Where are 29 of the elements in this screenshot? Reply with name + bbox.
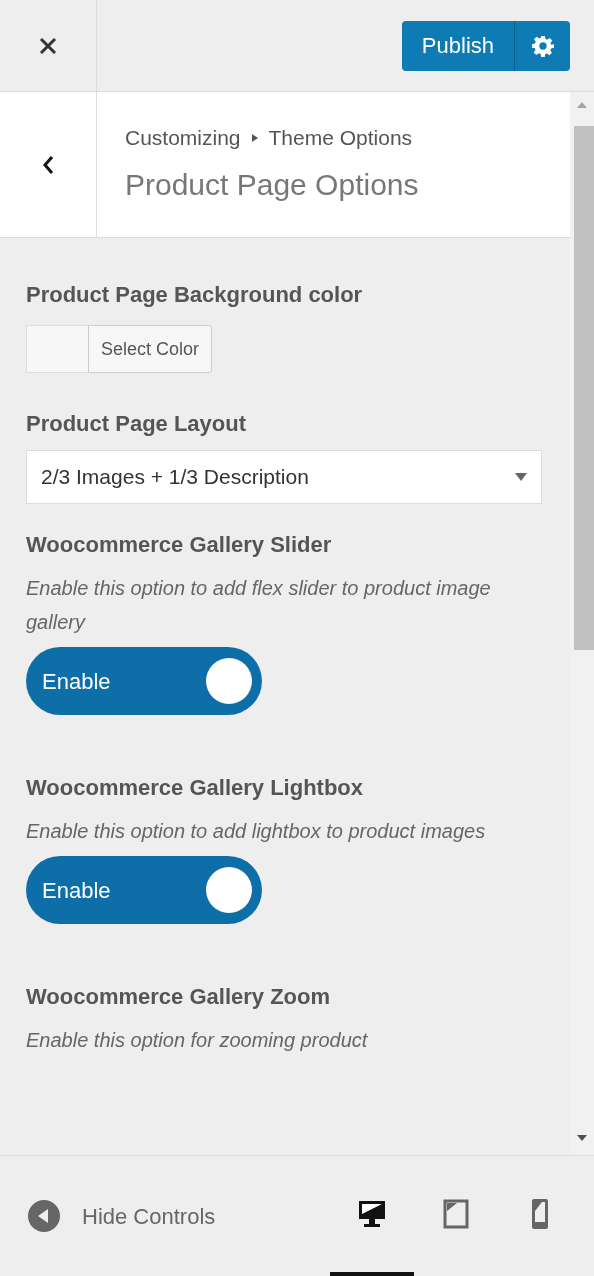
collapse-icon	[28, 1200, 60, 1232]
select-color-button[interactable]: Select Color	[88, 325, 213, 373]
breadcrumb-text: Customizing	[125, 125, 241, 151]
close-icon	[39, 36, 57, 55]
breadcrumb-arrow-icon	[250, 132, 259, 143]
scroll-up-icon	[577, 102, 587, 108]
control-label: Woocommerce Gallery Lightbox	[26, 774, 364, 802]
tablet-icon	[443, 1199, 469, 1229]
color-swatch[interactable]	[26, 325, 88, 373]
control-description: Enable this option to add lightbox to product images	[26, 819, 487, 844]
settings-icon	[531, 34, 554, 57]
desktop-icon	[357, 1199, 387, 1229]
control-description: Enable this option to add flex slider to product image gallery	[26, 576, 492, 635]
control-label: Product Page Background color	[26, 281, 364, 309]
control-label: Woocommerce Gallery Slider	[26, 531, 333, 559]
back-icon	[41, 153, 55, 176]
control-label: Woocommerce Gallery Zoom	[26, 983, 331, 1011]
toggle-switch[interactable]: Enable	[26, 856, 262, 924]
breadcrumb-text: Theme Options	[268, 125, 413, 151]
scrollbar-thumb[interactable]	[574, 126, 594, 650]
hide-controls-button[interactable]: Hide Controls	[28, 1199, 216, 1233]
control-description: Enable this option for zooming product	[26, 1028, 369, 1053]
control-label: Product Page Layout	[26, 410, 248, 438]
layout-dropdown[interactable]: 2/3 Images + 1/3 Description	[26, 450, 542, 504]
scroll-down-icon	[577, 1135, 587, 1141]
mobile-icon	[531, 1198, 549, 1230]
toggle-switch[interactable]: Enable	[26, 647, 262, 715]
section-title: Product Page Options	[125, 166, 420, 203]
dropdown-arrow-icon	[515, 473, 527, 481]
